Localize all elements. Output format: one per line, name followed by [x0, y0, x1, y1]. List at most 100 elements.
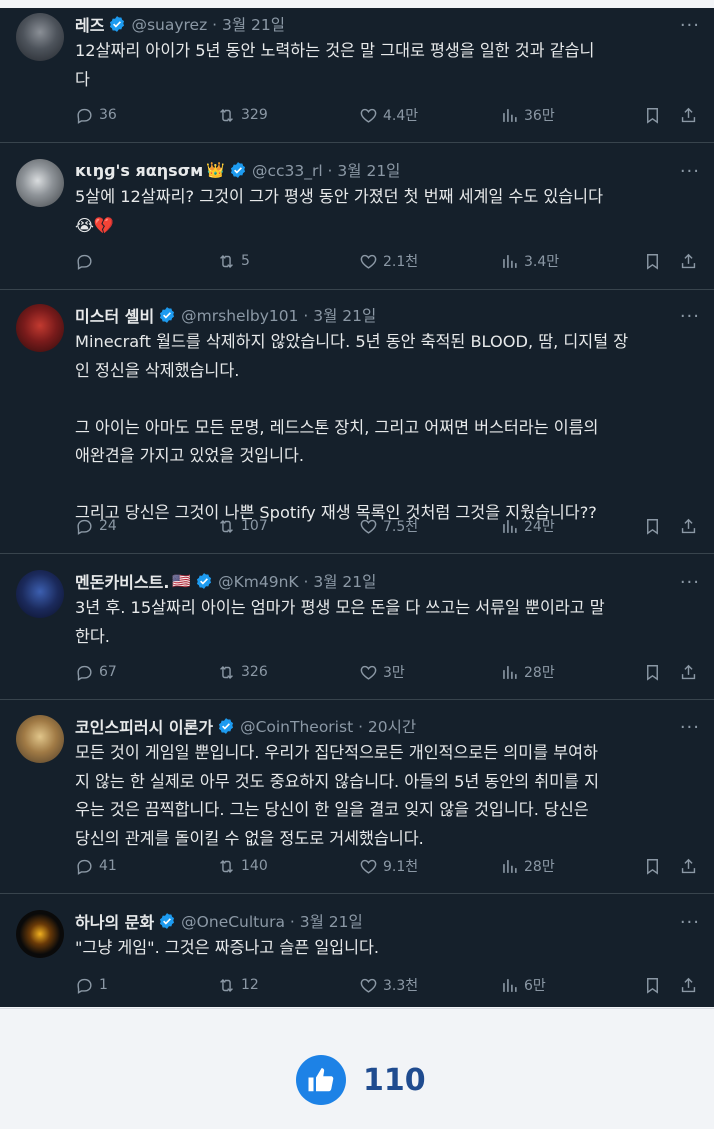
author-handle-date[interactable]: @CoinTheorist · 20시간	[240, 715, 416, 737]
retweet-count: 329	[241, 107, 268, 123]
share-button[interactable]	[679, 106, 698, 125]
reply-icon	[77, 108, 92, 124]
tweet[interactable]: 하나의 문화 @OneCultura · 3월 21일 ··· "그냥 게임".…	[0, 894, 714, 1007]
retweet-button[interactable]: 329	[217, 106, 268, 125]
more-options-icon[interactable]: ···	[680, 572, 700, 593]
views-chart-icon	[503, 978, 517, 992]
views-button[interactable]: 36만	[500, 105, 555, 125]
views-button[interactable]: 6만	[500, 975, 546, 995]
retweet-icon	[220, 978, 233, 992]
tweet[interactable]: 코인스피러시 이론가 @CoinTheorist · 20시간 ··· 모든 것…	[0, 700, 714, 894]
reply-count: 36	[99, 107, 117, 123]
author-handle-date[interactable]: @mrshelby101 · 3월 21일	[181, 304, 376, 326]
tweet-text: Minecraft 월드를 삭제하지 않았습니다. 5년 동안 축적된 BLOO…	[75, 332, 629, 522]
share-button[interactable]	[679, 976, 698, 995]
author-name[interactable]: 멘돈카비스트.	[75, 569, 169, 593]
verified-badge-icon	[195, 572, 213, 590]
like-count: 9.1천	[383, 859, 419, 875]
avatar[interactable]	[16, 715, 64, 763]
author-handle-date[interactable]: @suayrez · 3월 21일	[131, 13, 285, 35]
views-button[interactable]: 3.4만	[500, 251, 559, 271]
views-count: 24만	[524, 519, 555, 535]
more-options-icon[interactable]: ···	[680, 306, 700, 327]
views-button[interactable]: 28만	[500, 662, 555, 682]
views-chart-icon	[503, 108, 517, 122]
share-button[interactable]	[679, 252, 698, 271]
reply-button[interactable]: 36	[75, 106, 117, 125]
avatar[interactable]	[16, 13, 64, 61]
retweet-count: 5	[241, 253, 250, 269]
avatar[interactable]	[16, 304, 64, 352]
author-name[interactable]: 코인스피러시 이론가	[75, 714, 213, 738]
retweet-button[interactable]: 5	[217, 252, 250, 271]
verified-badge-icon	[158, 306, 176, 324]
avatar[interactable]	[16, 910, 64, 958]
author-name[interactable]: ĸɩŋɡ's яαηsσм	[75, 161, 203, 180]
share-icon	[681, 664, 696, 679]
heart-icon	[360, 665, 377, 680]
reply-button[interactable]: 1	[75, 976, 108, 995]
author-name[interactable]: 레즈	[75, 12, 104, 36]
like-button[interactable]: 9.1천	[359, 856, 418, 876]
like-button[interactable]: 4.4만	[359, 105, 418, 125]
avatar[interactable]	[16, 570, 64, 618]
reply-count: 67	[99, 664, 117, 680]
like-button[interactable]: 7.5천	[359, 516, 418, 536]
author-name[interactable]: 하나의 문화	[75, 909, 154, 933]
share-icon	[681, 253, 696, 268]
author-handle-date[interactable]: @OneCultura · 3월 21일	[181, 910, 363, 932]
retweet-button[interactable]: 107	[217, 517, 268, 536]
avatar[interactable]	[16, 159, 64, 207]
reply-button[interactable]: 41	[75, 857, 117, 876]
views-chart-icon	[503, 254, 517, 268]
share-icon	[681, 858, 696, 873]
like-button[interactable]: 3.3천	[359, 975, 418, 995]
like-count: 3만	[383, 665, 405, 681]
bookmark-button[interactable]	[643, 663, 662, 682]
bookmark-icon	[647, 664, 658, 681]
share-button[interactable]	[679, 857, 698, 876]
more-options-icon[interactable]: ···	[680, 161, 700, 182]
reply-count: 41	[99, 858, 117, 874]
verified-badge-icon	[217, 717, 235, 735]
tweet[interactable]: 미스터 셸비 @mrshelby101 · 3월 21일 ··· Minecra…	[0, 290, 714, 554]
share-icon	[681, 518, 696, 533]
share-button[interactable]	[679, 517, 698, 536]
more-options-icon[interactable]: ···	[680, 717, 700, 738]
bookmark-button[interactable]	[643, 857, 662, 876]
heart-icon	[360, 859, 377, 874]
like-count: 7.5천	[383, 519, 419, 535]
tweet[interactable]: 멘돈카비스트. 🇺🇸 @Km49nK · 3월 21일 ··· 3년 후. 15…	[0, 554, 714, 700]
author-handle-date[interactable]: @cc33_rl · 3월 21일	[252, 159, 401, 181]
us-flag-emoji: 🇺🇸	[172, 572, 192, 590]
verified-badge-icon	[229, 161, 247, 179]
like-button[interactable]: 2.1천	[359, 251, 418, 271]
bookmark-button[interactable]	[643, 517, 662, 536]
author-name[interactable]: 미스터 셸비	[75, 303, 154, 327]
bookmark-icon	[647, 518, 658, 535]
bookmark-icon	[647, 107, 658, 124]
like-button[interactable]: 3만	[359, 662, 405, 682]
reply-button[interactable]	[75, 252, 99, 271]
more-options-icon[interactable]: ···	[680, 15, 700, 36]
bookmark-button[interactable]	[643, 106, 662, 125]
reply-icon	[77, 519, 92, 535]
tweet[interactable]: ĸɩŋɡ's яαηsσм 👑 @cc33_rl · 3월 21일 ··· 5살…	[0, 143, 714, 290]
author-handle-date[interactable]: @Km49nK · 3월 21일	[218, 570, 376, 592]
more-options-icon[interactable]: ···	[680, 912, 700, 933]
thumbs-up-button[interactable]	[296, 1055, 346, 1105]
retweet-button[interactable]: 326	[217, 663, 268, 682]
reply-button[interactable]: 24	[75, 517, 117, 536]
share-button[interactable]	[679, 663, 698, 682]
tweet[interactable]: 레즈 @suayrez · 3월 21일 ··· 12살짜리 아이가 5년 동안…	[0, 8, 714, 143]
reply-count: 1	[99, 977, 108, 993]
reply-button[interactable]: 67	[75, 663, 117, 682]
views-button[interactable]: 28만	[500, 856, 555, 876]
bookmark-icon	[647, 253, 658, 270]
views-button[interactable]: 24만	[500, 516, 555, 536]
reply-icon	[77, 859, 92, 875]
bookmark-button[interactable]	[643, 976, 662, 995]
retweet-button[interactable]: 140	[217, 857, 268, 876]
retweet-button[interactable]: 12	[217, 976, 259, 995]
bookmark-button[interactable]	[643, 252, 662, 271]
